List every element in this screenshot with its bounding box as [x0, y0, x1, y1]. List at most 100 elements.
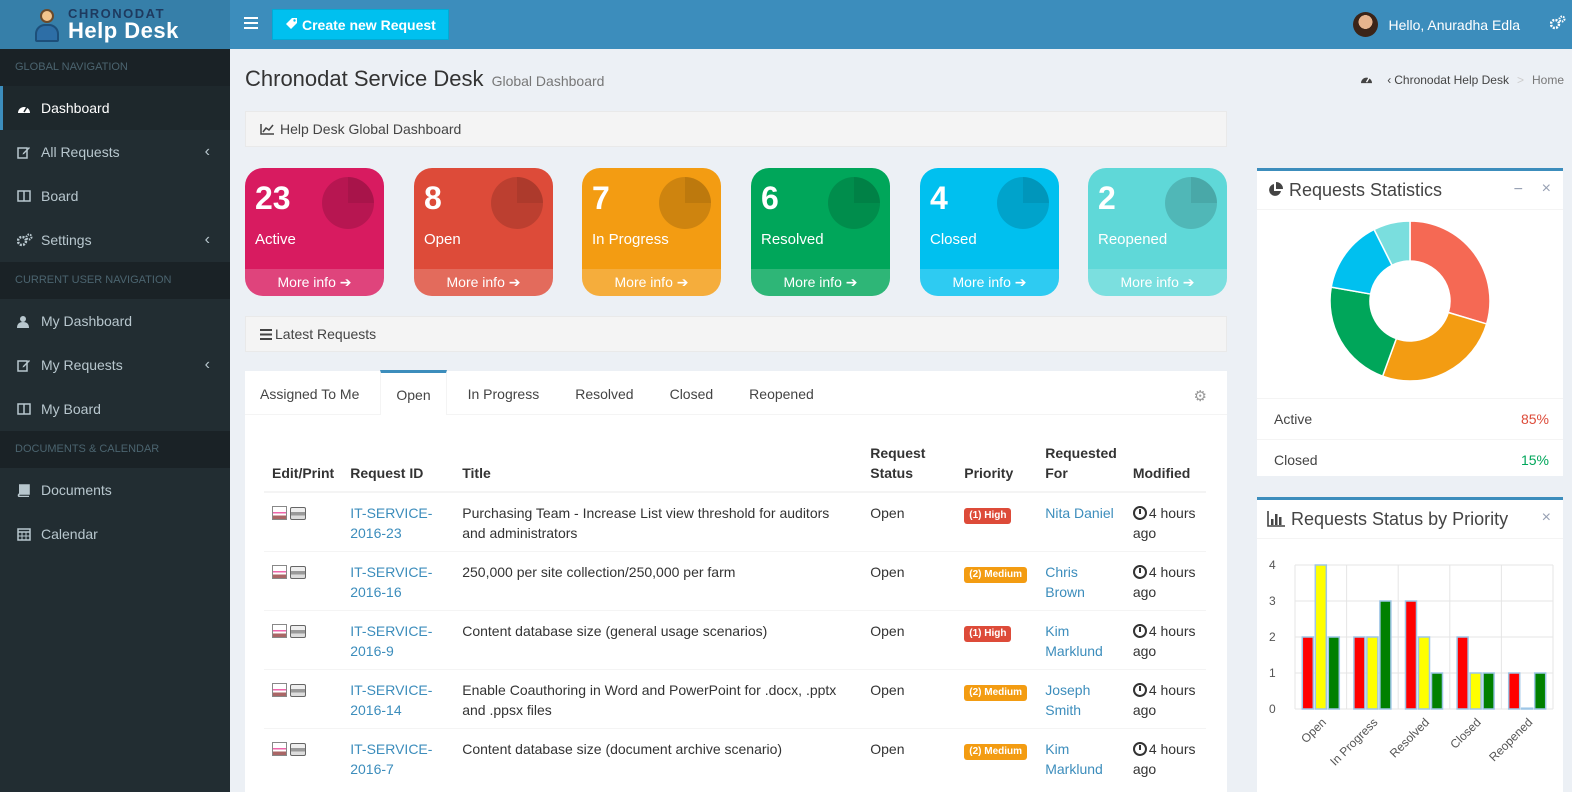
sidebar-item-my-requests[interactable]: My Requests ‹ [0, 343, 230, 387]
bar-in-progress-1[interactable] [1366, 636, 1379, 710]
breadcrumb-item-helpdesk[interactable]: Chronodat Help Desk [1394, 73, 1509, 87]
sidebar-item-all-requests[interactable]: All Requests ‹ [0, 130, 230, 174]
sidebar-item-dashboard[interactable]: Dashboard [0, 86, 230, 130]
bar-in-progress-0[interactable] [1353, 636, 1366, 710]
stat-label: Active [1274, 411, 1313, 427]
request-id-link[interactable]: IT-SERVICE-2016-9 [350, 623, 432, 659]
more-info-link[interactable]: More info ➔ [751, 269, 890, 296]
requested-for-link[interactable]: Joseph Smith [1045, 682, 1090, 718]
bar-open-1[interactable] [1314, 564, 1328, 710]
tab-reopened[interactable]: Reopened [734, 370, 829, 414]
requested-for-link[interactable]: Chris Brown [1045, 564, 1085, 600]
request-id-link[interactable]: IT-SERVICE-2016-16 [350, 564, 432, 600]
close-icon[interactable]: × [1542, 509, 1551, 527]
more-info-label: More info [952, 274, 1011, 290]
priority-badge: (1) High [964, 626, 1012, 642]
brand-logo[interactable]: CHRONODAT Help Desk [0, 0, 230, 49]
more-info-link[interactable]: More info ➔ [414, 269, 553, 296]
user-menu[interactable]: Hello, Anuradha Edla [1353, 12, 1520, 37]
bar-chart-icon [1267, 511, 1285, 527]
requested-for-link[interactable]: Nita Daniel [1045, 505, 1113, 521]
requests-status-donut-chart [1329, 220, 1491, 382]
latest-requests-label: Latest Requests [275, 326, 377, 342]
table-row: IT-SERVICE-2016-9 Content database size … [264, 610, 1206, 670]
requested-for-link[interactable]: Kim Marklund [1045, 741, 1103, 777]
edit-icon[interactable] [272, 506, 287, 520]
nav-header-docs: DOCUMENTS & CALENDAR [0, 431, 230, 468]
create-request-button[interactable]: Create new Request [272, 9, 449, 40]
print-icon[interactable] [290, 684, 306, 697]
dashboard-strip: Help Desk Global Dashboard [245, 111, 1227, 147]
bar-reopened-1[interactable] [1520, 707, 1534, 710]
bar-reopened-2[interactable] [1533, 672, 1547, 710]
bar-reopened-0[interactable] [1507, 672, 1521, 710]
status-by-priority-bar-chart: 0 1 2 3 4 OpenIn Progress Resolved Closed Reopen… [1269, 558, 1554, 769]
collapse-icon[interactable]: − [1514, 181, 1523, 199]
priority-badge: (2) Medium [964, 685, 1028, 701]
tab-resolved[interactable]: Resolved [560, 370, 648, 414]
stat-box-label: Open [424, 231, 461, 248]
stat-row-active: Active 85% [1257, 398, 1563, 439]
pie-chart-icon [491, 177, 543, 229]
columns-icon [17, 403, 41, 415]
tab-open[interactable]: Open [380, 370, 447, 415]
more-info-link[interactable]: More info ➔ [1088, 269, 1227, 296]
bar-closed-1[interactable] [1469, 672, 1482, 710]
table-row: IT-SERVICE-2016-14 Enable Coauthoring in… [264, 669, 1206, 729]
print-icon[interactable] [290, 743, 306, 756]
sidebar-item-my-board[interactable]: My Board [0, 387, 230, 431]
pie-chart-icon [828, 177, 880, 229]
sidebar-item-documents[interactable]: Documents [0, 468, 230, 512]
more-info-link[interactable]: More info ➔ [582, 269, 721, 296]
close-icon[interactable]: × [1542, 180, 1551, 198]
sidebar-item-board[interactable]: Board [0, 174, 230, 218]
sidebar-item-settings[interactable]: Settings ‹ [0, 218, 230, 262]
tab-closed[interactable]: Closed [655, 370, 729, 414]
bar-open-0[interactable] [1301, 636, 1315, 710]
pie-chart-icon [1165, 177, 1217, 229]
edit-icon[interactable] [272, 624, 287, 638]
bar-resolved-0[interactable] [1404, 600, 1418, 710]
request-tabs: Assigned To Me Open In Progress Resolved… [245, 370, 1227, 415]
control-sidebar-gears-icon[interactable] [1549, 15, 1566, 36]
tab-in-progress[interactable]: In Progress [453, 370, 555, 414]
bar-closed-2[interactable] [1482, 672, 1495, 710]
sidebar-item-label: My Dashboard [41, 313, 133, 329]
bar-open-2[interactable] [1327, 636, 1341, 710]
y-tick-label: 4 [1269, 558, 1276, 572]
edit-icon[interactable] [272, 565, 287, 579]
col-modified: Modified [1124, 443, 1206, 493]
sidebar-item-my-dashboard[interactable]: My Dashboard [0, 299, 230, 343]
status-by-priority-box: Requests Status by Priority × 0 1 2 3 4 Open I… [1257, 497, 1563, 792]
edit-icon[interactable] [272, 683, 287, 697]
request-id-link[interactable]: IT-SERVICE-2016-23 [350, 505, 432, 541]
print-icon[interactable] [290, 625, 306, 638]
more-info-link[interactable]: More info ➔ [245, 269, 384, 296]
gear-icon[interactable]: ⚙ [1194, 387, 1207, 405]
bar-resolved-2[interactable] [1430, 672, 1444, 710]
request-id-link[interactable]: IT-SERVICE-2016-7 [350, 741, 432, 777]
bar-resolved-1[interactable] [1417, 636, 1431, 710]
more-info-label: More info [446, 274, 505, 290]
breadcrumb-item-home[interactable]: Home [1532, 73, 1564, 87]
edit-icon [17, 358, 41, 372]
table-header-row: Edit/Print Request ID Title Request Stat… [264, 443, 1206, 493]
request-id-link[interactable]: IT-SERVICE-2016-14 [350, 682, 432, 718]
more-info-link[interactable]: More info ➔ [920, 269, 1059, 296]
bar-in-progress-2[interactable] [1379, 600, 1392, 710]
bar-closed-0[interactable] [1456, 636, 1469, 710]
breadcrumb-separator: > [1516, 73, 1524, 87]
requested-for-link[interactable]: Kim Marklund [1045, 623, 1103, 659]
page-subtitle: Global Dashboard [491, 73, 605, 89]
print-icon[interactable] [290, 507, 306, 520]
clock-icon [1132, 565, 1147, 579]
donut-slice-resolved[interactable] [1329, 286, 1398, 378]
donut-slice-open[interactable] [1409, 220, 1491, 325]
edit-icon[interactable] [272, 742, 287, 756]
sidebar-item-calendar[interactable]: Calendar [0, 512, 230, 556]
donut-slice-in-progress[interactable] [1381, 311, 1488, 382]
arrow-circle-right-icon: ➔ [508, 274, 521, 290]
print-icon[interactable] [290, 566, 306, 579]
tab-assigned-to-me[interactable]: Assigned To Me [245, 370, 374, 414]
menu-toggle-icon[interactable] [244, 17, 258, 29]
